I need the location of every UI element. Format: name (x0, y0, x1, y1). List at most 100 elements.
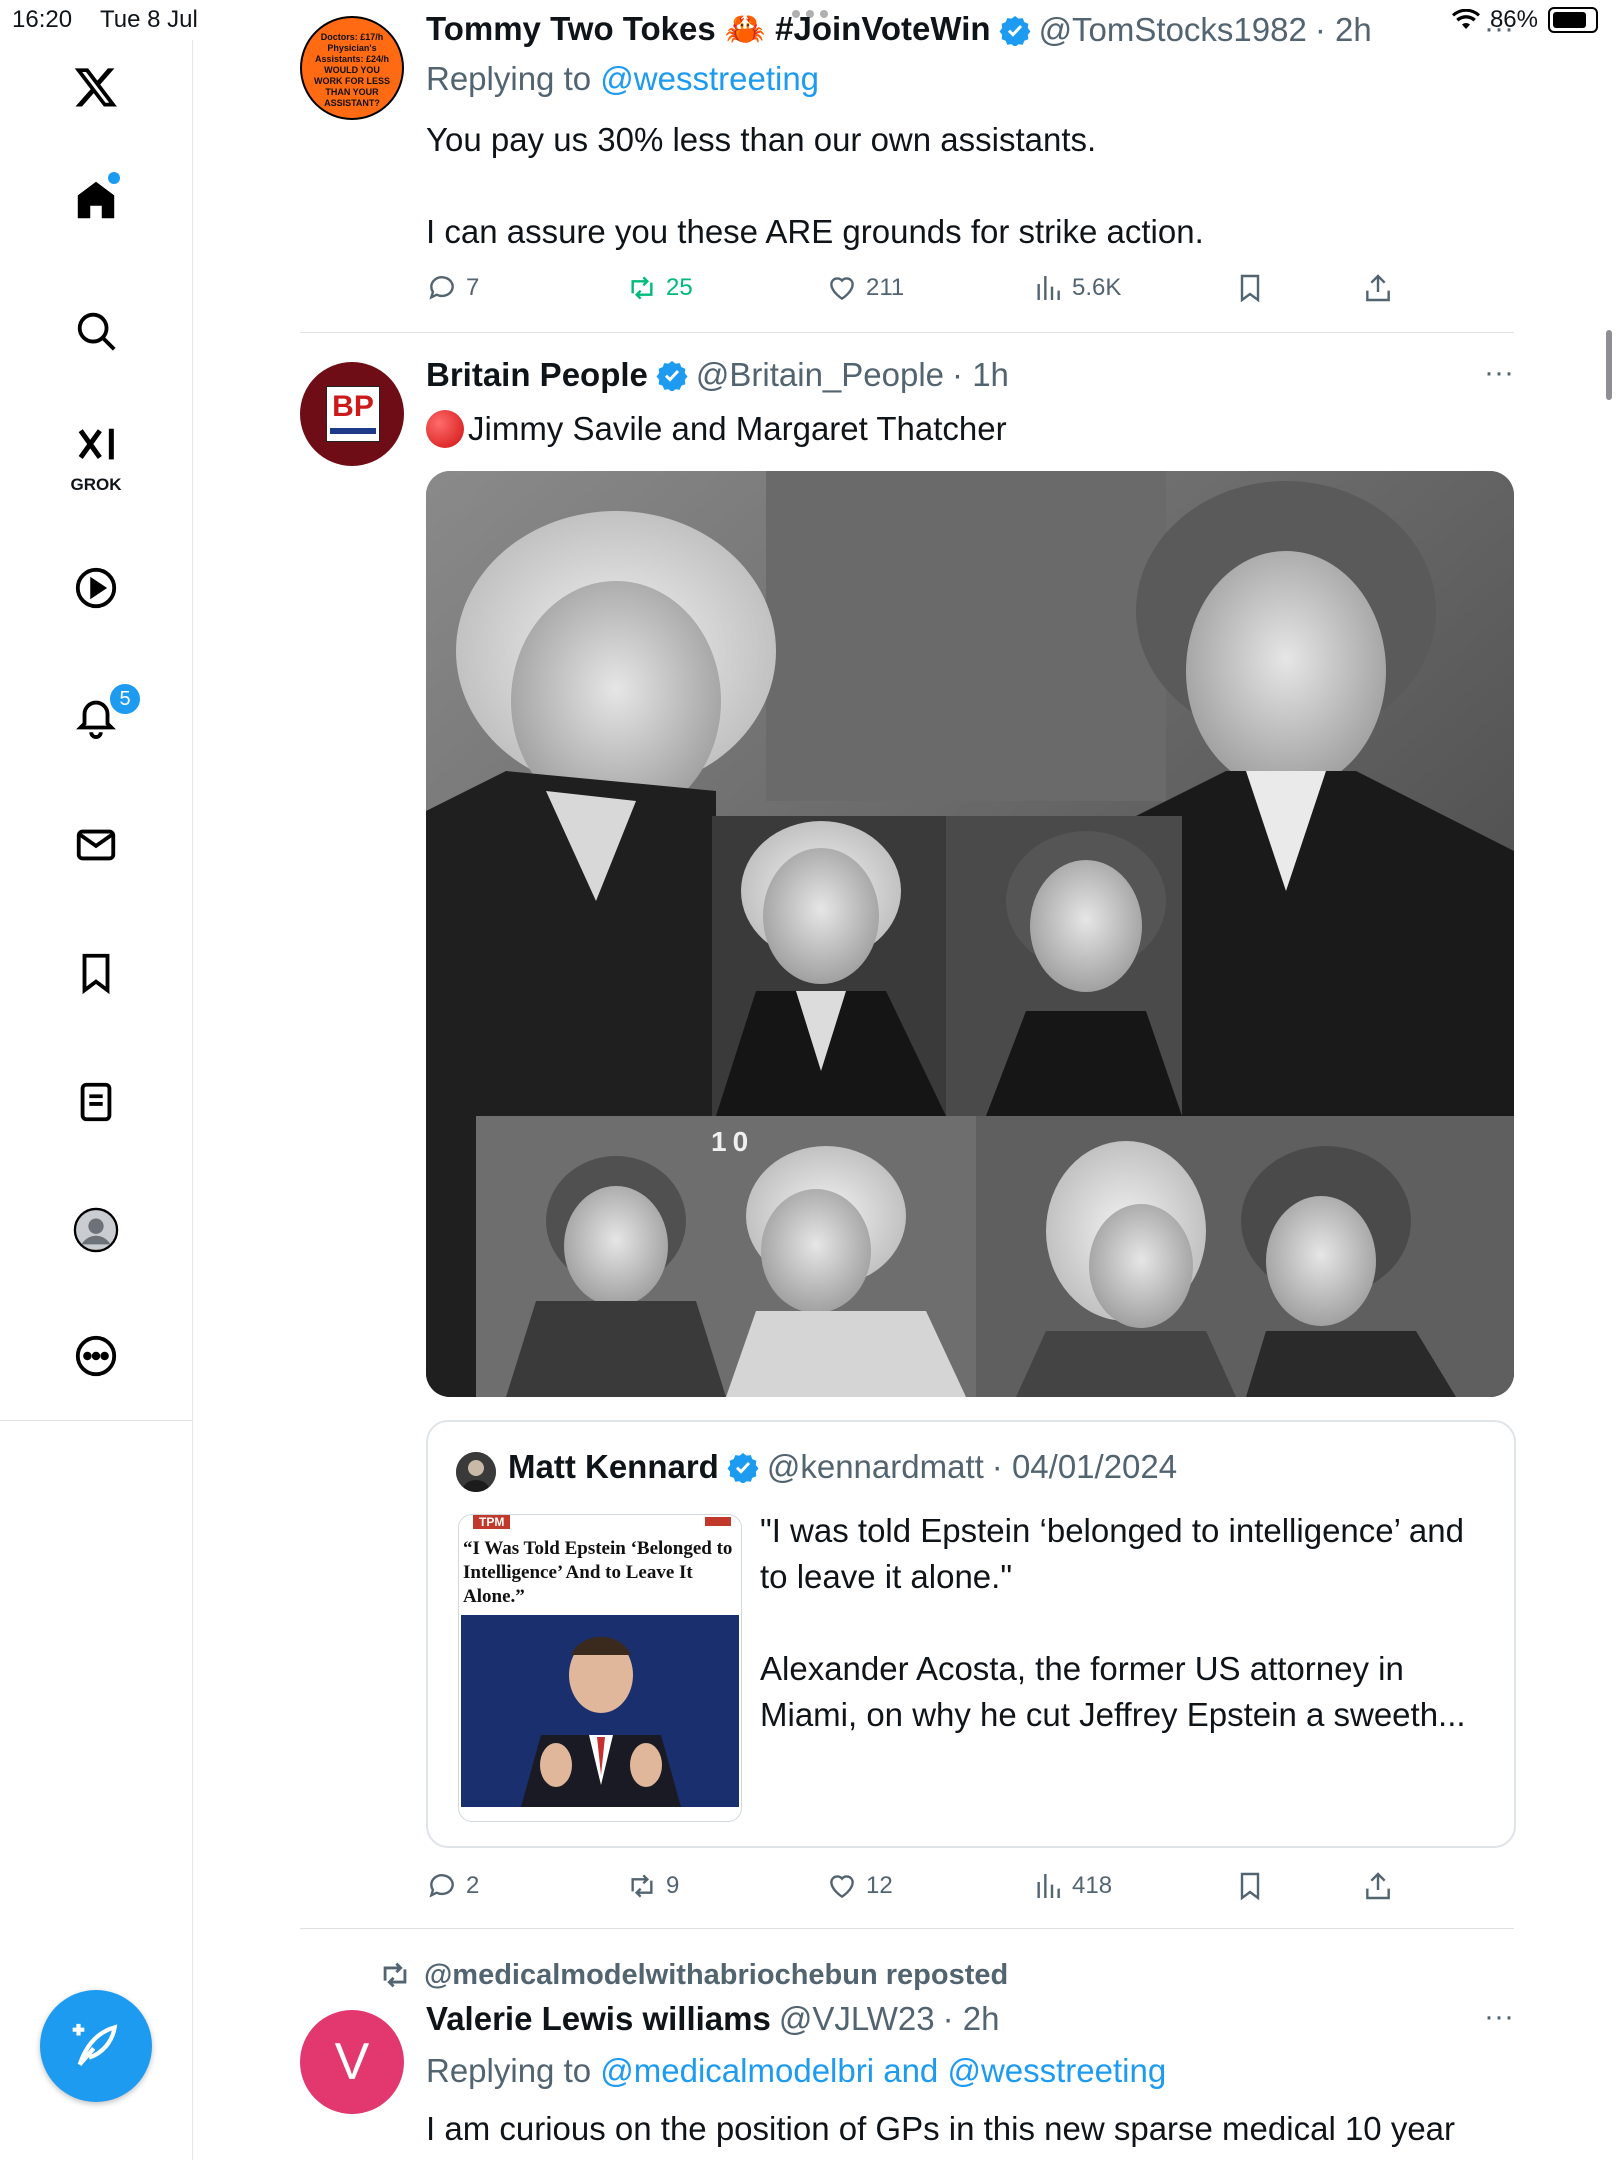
bookmarks-icon[interactable] (52, 933, 140, 1013)
views-count: 5.6K (1072, 274, 1122, 301)
avatar[interactable]: Doctors: £17/h Physician's Assistants: £… (300, 16, 404, 120)
notifications-badge: 5 (108, 682, 142, 716)
heart-icon (830, 277, 854, 301)
red-circle-icon (426, 410, 464, 448)
author-handle[interactable]: @TomStocks1982 (1039, 11, 1307, 49)
repost-icon (631, 276, 653, 300)
bookmark-button[interactable] (1234, 1870, 1266, 1902)
battery-icon (1548, 7, 1598, 33)
quote-avatar[interactable] (456, 1452, 496, 1492)
lists-icon[interactable] (52, 1062, 140, 1142)
like-button[interactable]: 211 (826, 272, 904, 304)
tweet-separator (300, 1928, 1514, 1929)
avatar-text: Doctors: £17/h Physician's Assistants: £… (314, 32, 390, 108)
replying-to-link[interactable]: @wesstreeting (600, 60, 819, 97)
quote-author-name[interactable]: Matt Kennard (508, 1448, 719, 1486)
video-icon[interactable] (52, 548, 140, 628)
verified-badge-icon (999, 15, 1031, 46)
like-count: 211 (866, 274, 905, 301)
repost-button[interactable]: 25 (626, 272, 693, 304)
photo-collage-image: 10 (426, 471, 1514, 1397)
replying-to: Replying to @medicalmodelbri and @wesstr… (426, 2052, 1166, 2090)
quote-date: · 04/01/2024 (991, 1448, 1178, 1485)
avatar-text: BP (332, 390, 374, 423)
sidebar: GROK 5 (0, 40, 193, 2160)
replying-to: Replying to @wesstreeting (426, 60, 819, 98)
notifications-icon[interactable]: 5 (52, 676, 142, 756)
more-options-icon[interactable]: ··· (1484, 12, 1514, 46)
bookmark-icon (1240, 274, 1260, 303)
tweet-valerie[interactable]: V Valerie Lewis williams @VJLW23 · 2h ··… (300, 1994, 1514, 2160)
tweet-time[interactable]: · 1h (952, 356, 1009, 394)
views-button[interactable]: 418 (1032, 1870, 1112, 1902)
replying-to-link[interactable]: @medicalmodelbri and @wesstreeting (600, 2052, 1166, 2089)
share-button[interactable] (1362, 1870, 1394, 1902)
repost-count: 9 (666, 1872, 680, 1899)
status-date: Tue 8 Jul (100, 6, 198, 33)
repost-icon (383, 1962, 407, 1988)
quote-thumb-tag (705, 1517, 731, 1526)
repost-count: 25 (666, 274, 693, 301)
status-right: 86% (1451, 6, 1598, 34)
home-unread-dot (108, 172, 120, 184)
grok-label: GROK (70, 475, 122, 494)
home-icon[interactable] (52, 160, 140, 240)
author-handle[interactable]: @VJLW23 (779, 2000, 935, 2038)
quote-thumbnail[interactable]: TPM “I Was Told Epstein ‘Belonged to Int… (458, 1514, 742, 1822)
views-button[interactable]: 5.6K (1032, 272, 1121, 304)
verified-badge-icon (656, 361, 688, 391)
search-icon[interactable] (52, 291, 140, 371)
bookmark-icon (1240, 1872, 1260, 1901)
quoted-tweet[interactable]: Matt Kennard @kennardmatt · 04/01/2024 T… (426, 1420, 1516, 1848)
quote-thumb-brand: TPM (473, 1515, 511, 1529)
author-name[interactable]: Valerie Lewis williams (426, 2000, 771, 2038)
tweet-header: Tommy Two Tokes 🦀 #JoinVoteWin @TomStock… (426, 10, 1372, 49)
more-options-icon[interactable]: ··· (1484, 2000, 1514, 2034)
repost-indicator[interactable]: @medicalmodelwithabriochebun reposted (378, 1958, 1008, 1992)
reply-button[interactable]: 2 (426, 1870, 479, 1902)
avatar-letter: V (334, 2033, 370, 2091)
messages-icon[interactable] (52, 805, 140, 885)
author-handle[interactable]: @Britain_People (696, 356, 944, 394)
quote-text: "I was told Epstein ‘belonged to intelli… (760, 1512, 1466, 1733)
reply-icon (429, 276, 454, 300)
quote-header: Matt Kennard @kennardmatt · 04/01/2024 (508, 1448, 1177, 1486)
reply-button[interactable]: 7 (426, 272, 479, 304)
verified-badge-icon (727, 1453, 759, 1483)
more-icon[interactable] (52, 1316, 140, 1396)
grok-icon[interactable]: GROK (52, 415, 140, 495)
tweet-time[interactable]: · 2h (943, 2000, 1000, 2038)
tweet-actions: 2 9 12 418 (426, 1870, 1526, 1910)
photo-door-number: 10 (711, 1126, 754, 1157)
wifi-icon (1451, 9, 1480, 29)
profile-icon[interactable] (52, 1190, 140, 1270)
tweet-time[interactable]: · 2h (1315, 11, 1372, 49)
reply-count: 7 (466, 274, 480, 301)
compose-button[interactable] (40, 1990, 152, 2102)
sidebar-divider (0, 1420, 192, 1421)
scrollbar[interactable] (1606, 330, 1612, 400)
repost-icon (631, 1874, 653, 1898)
author-name[interactable]: Britain People (426, 356, 648, 394)
x-logo-icon[interactable] (52, 47, 140, 127)
bookmark-button[interactable] (1234, 272, 1266, 304)
quote-thumb-masthead: TPM (459, 1515, 741, 1529)
quote-author-handle[interactable]: @kennardmatt (767, 1448, 984, 1486)
repost-label: @medicalmodelwithabriochebun reposted (424, 1958, 1009, 1991)
reply-icon (429, 1874, 454, 1898)
views-chart-icon (1037, 276, 1060, 300)
share-button[interactable] (1362, 272, 1394, 304)
avatar[interactable]: V (300, 2010, 404, 2114)
replying-prefix: Replying to (426, 60, 592, 97)
reply-count: 2 (466, 1872, 480, 1899)
like-button[interactable]: 12 (826, 1870, 893, 1902)
tweet-photo[interactable]: 10 (426, 471, 1514, 1397)
avatar[interactable]: BP (300, 362, 404, 466)
more-options-icon[interactable]: ··· (1484, 356, 1514, 390)
author-name[interactable]: Tommy Two Tokes 🦀 #JoinVoteWin (426, 10, 991, 49)
tweet-text: You pay us 30% less than our own assista… (426, 121, 1204, 250)
repost-button[interactable]: 9 (626, 1870, 679, 1902)
quote-thumb-headline: “I Was Told Epstein ‘Belonged to Intelli… (463, 1538, 733, 1607)
tweet-actions: 7 25 211 5.6K (426, 272, 1526, 312)
compose-feather-icon (72, 2023, 118, 2067)
